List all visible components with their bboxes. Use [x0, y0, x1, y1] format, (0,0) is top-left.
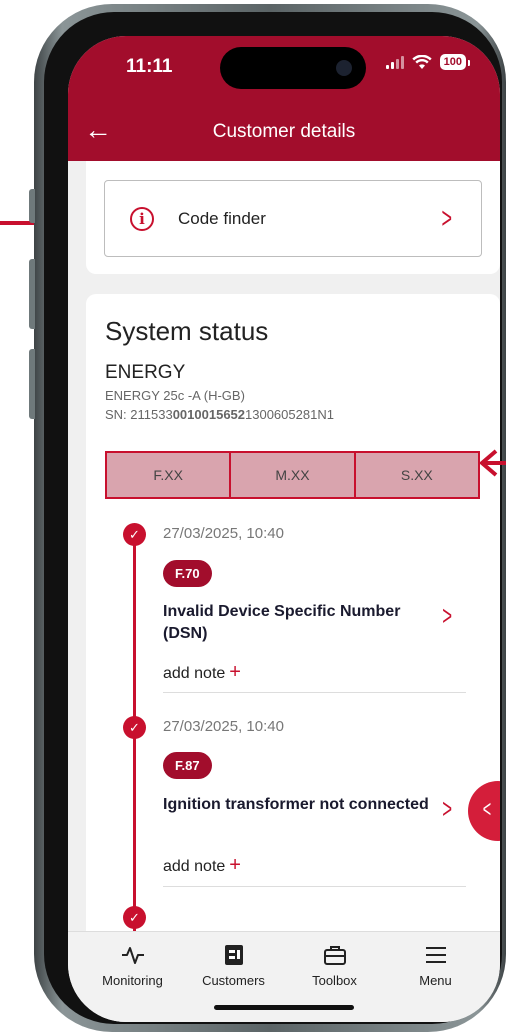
- device-name: ENERGY: [105, 362, 186, 383]
- sn-bold: 0010015652: [172, 407, 246, 422]
- check-icon: ✓: [123, 523, 146, 546]
- status-icons: 100: [385, 54, 471, 70]
- menu-icon: [425, 947, 446, 963]
- info-icon: i: [130, 206, 154, 231]
- sn-suffix: 1300605281N1: [245, 407, 334, 422]
- nav-label: Monitoring: [102, 973, 163, 988]
- tab-fxx[interactable]: F.XX: [107, 453, 229, 497]
- chevron-left-icon: <: [482, 796, 492, 823]
- nav-monitoring[interactable]: Monitoring: [82, 932, 183, 1022]
- chevron-right-icon[interactable]: >: [442, 793, 452, 825]
- add-note-label: add note: [163, 858, 226, 875]
- chevron-right-icon: >: [441, 201, 453, 235]
- chevron-right-icon[interactable]: >: [442, 600, 452, 632]
- dynamic-island: [220, 47, 366, 89]
- event-title[interactable]: Ignition transformer not connected: [163, 794, 433, 816]
- sn-prefix: SN: 211533: [105, 407, 173, 422]
- code-finder-label: Code finder: [178, 208, 266, 228]
- device-model: ENERGY 25c -A (H-GB): [105, 388, 245, 403]
- mute-switch: [29, 189, 35, 223]
- system-status-card: System status ENERGY ENERGY 25c -A (H-GB…: [86, 294, 500, 931]
- divider: [163, 692, 466, 693]
- device-serial-number: SN: 21153300100156521300605281N1: [105, 407, 334, 422]
- wifi-icon: [411, 54, 432, 69]
- phone-screen: 11:11 100 ← Customer details i Code find…: [68, 36, 500, 1022]
- code-finder-button[interactable]: i Code finder >: [104, 180, 482, 257]
- nav-label: Menu: [419, 973, 452, 988]
- event-date: 27/03/2025, 10:40: [163, 525, 284, 542]
- code-finder-card: i Code finder >: [86, 161, 500, 274]
- battery-icon: 100: [439, 54, 471, 70]
- app-header: 11:11 100 ← Customer details: [68, 36, 500, 161]
- check-icon: ✓: [123, 906, 146, 929]
- tab-mxx[interactable]: M.XX: [229, 453, 353, 497]
- add-note-label: add note: [163, 665, 226, 682]
- volume-down-button: [29, 349, 35, 419]
- page-title: Customer details: [212, 121, 356, 142]
- nav-label: Toolbox: [312, 973, 357, 988]
- toolbox-icon: [323, 946, 346, 965]
- monitoring-icon: [121, 947, 144, 964]
- filter-tabs: F.XX M.XX S.XX: [105, 451, 480, 499]
- customers-icon: [224, 945, 243, 965]
- tab-sxx[interactable]: S.XX: [353, 453, 478, 497]
- bottom-nav: Monitoring Customers Toolbox Menu: [68, 931, 500, 1022]
- fault-code-badge: F.70: [163, 560, 212, 587]
- volume-up-button: [29, 259, 35, 329]
- system-status-title: System status: [105, 316, 269, 346]
- annotation-arrow-right: [478, 449, 506, 477]
- status-time: 11:11: [126, 56, 173, 77]
- phone-bezel: 11:11 100 ← Customer details i Code find…: [44, 12, 502, 1024]
- phone-frame: 11:11 100 ← Customer details i Code find…: [29, 4, 506, 1032]
- content-scroll[interactable]: i Code finder > System status ENERGY ENE…: [68, 161, 500, 931]
- nav-label: Customers: [202, 973, 265, 988]
- home-indicator: [214, 1005, 354, 1010]
- plus-icon: +: [229, 854, 241, 876]
- add-note-button[interactable]: add note +: [163, 854, 241, 877]
- nav-menu[interactable]: Menu: [385, 932, 486, 1022]
- event-title[interactable]: Invalid Device Specific Number (DSN): [163, 601, 433, 645]
- signal-icon: [385, 55, 404, 69]
- divider: [163, 886, 466, 887]
- plus-icon: +: [229, 661, 241, 683]
- fault-code-badge: F.87: [163, 752, 212, 779]
- camera-icon: [336, 60, 352, 76]
- check-icon: ✓: [123, 716, 146, 739]
- event-date: 27/03/2025, 10:40: [163, 718, 284, 735]
- add-note-button[interactable]: add note +: [163, 661, 241, 684]
